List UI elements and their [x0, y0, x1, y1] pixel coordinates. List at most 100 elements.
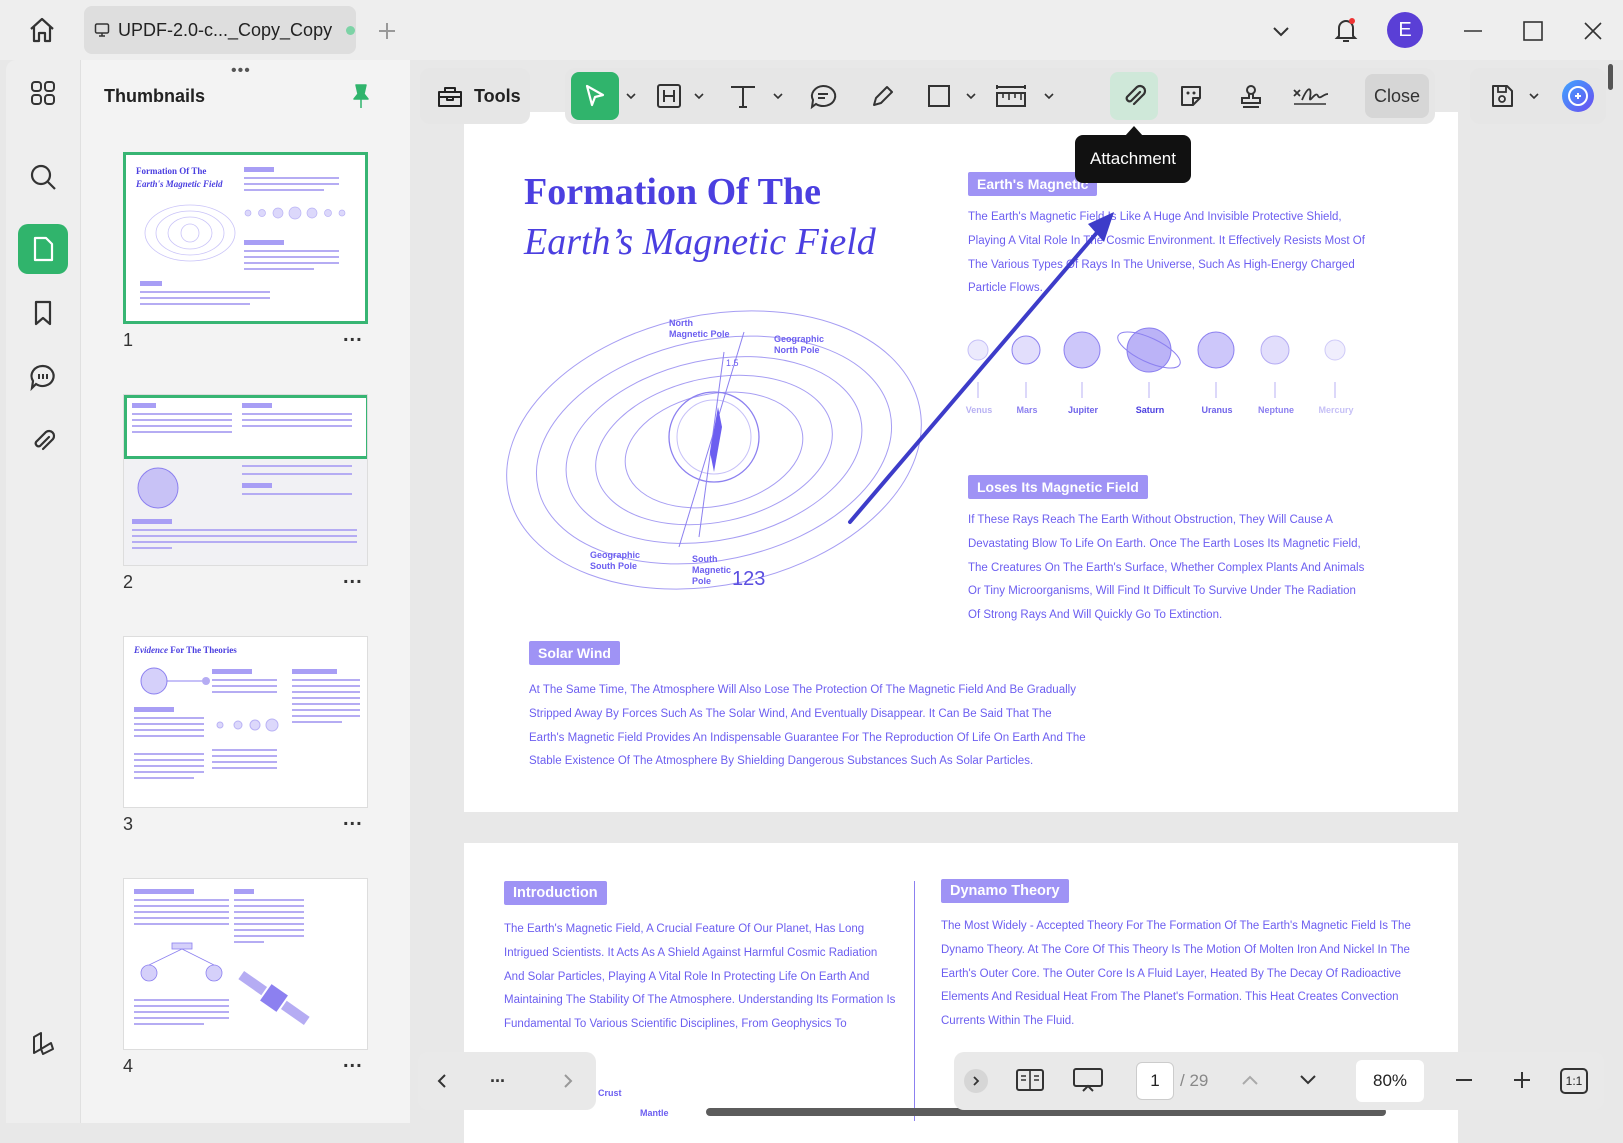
section-text: At The Same Time, The Atmosphere Will Al…: [529, 684, 1086, 768]
pin-icon[interactable]: [349, 82, 373, 115]
thumb-4-diagram: [140, 942, 223, 982]
apps-grid-icon[interactable]: [18, 68, 68, 118]
select-tool-button[interactable]: [571, 72, 619, 120]
maximize-icon[interactable]: [1518, 16, 1548, 46]
page-title-line2: Earth’s Magnetic Field: [524, 221, 876, 263]
user-avatar[interactable]: E: [1387, 12, 1423, 48]
chevron-up-icon[interactable]: [1232, 1056, 1268, 1104]
planet-label: Mercury: [1318, 405, 1354, 415]
thumbnails-page-icon[interactable]: [18, 224, 68, 274]
thumb-1-planets: [244, 206, 346, 220]
minimize-icon[interactable]: [1458, 16, 1488, 46]
thumbnail-number: 4: [123, 1056, 134, 1076]
thumbnail-number: 3: [123, 814, 134, 834]
actual-size-button[interactable]: 1:1: [1560, 1068, 1588, 1094]
zoom-level[interactable]: 80%: [1356, 1060, 1424, 1102]
chevron-down-icon[interactable]: [1266, 16, 1296, 46]
home-icon[interactable]: [22, 12, 62, 48]
text-tool-icon[interactable]: [723, 72, 763, 120]
section-badge: Dynamo Theory: [941, 879, 1069, 903]
attachment-icon[interactable]: [18, 416, 68, 466]
document-tab[interactable]: UPDF-2.0-c..._Copy_Copy: [84, 6, 356, 54]
document-tab-title: UPDF-2.0-c..._Copy_Copy: [118, 19, 333, 40]
comment-tool-icon[interactable]: [801, 72, 845, 120]
svg-text:South Pole: South Pole: [590, 561, 637, 571]
svg-text:North: North: [669, 318, 693, 328]
save-icon[interactable]: [1480, 72, 1524, 120]
highlight-tool-icon[interactable]: [649, 72, 689, 120]
bookmark-icon[interactable]: [18, 288, 68, 338]
rectangle-tool-icon[interactable]: [917, 72, 961, 120]
search-icon[interactable]: [18, 152, 68, 202]
chevron-down-icon[interactable]: [1290, 1056, 1326, 1104]
zoom-in-icon[interactable]: [1502, 1056, 1542, 1104]
thumb-3-title: Evidence For The Theories: [134, 645, 237, 655]
thumbnails-title: Thumbnails: [104, 86, 206, 106]
notification-bell-icon[interactable]: [1328, 12, 1364, 48]
close-toolbar-button[interactable]: Close: [1365, 74, 1429, 118]
thumbnail-number: 1: [123, 330, 134, 350]
thumbnail-page-1[interactable]: Formation Of The Earth's Magnetic Field: [123, 152, 368, 324]
cursor-icon: [585, 84, 605, 107]
column-divider: [914, 881, 915, 1121]
pencil-tool-icon[interactable]: [861, 72, 905, 120]
section-text: The Earth's Magnetic Field, A Crucial Fe…: [504, 923, 896, 1031]
svg-text:Geographic: Geographic: [774, 334, 824, 344]
current-page-input[interactable]: 1: [1136, 1062, 1174, 1100]
planet-label: Neptune: [1258, 405, 1294, 415]
more-options-button[interactable]: ...: [490, 1066, 505, 1087]
title-bar: UPDF-2.0-c..._Copy_Copy E: [0, 0, 1623, 60]
presentation-icon[interactable]: [1064, 1056, 1112, 1104]
section-text: The Most Widely - Accepted Theory For Th…: [941, 920, 1411, 1028]
chevron-down-icon[interactable]: [768, 72, 788, 120]
close-window-icon[interactable]: [1578, 16, 1608, 46]
annotation-toolbar: Close: [565, 68, 1435, 124]
tools-button[interactable]: Tools: [420, 68, 530, 124]
chevron-down-icon[interactable]: [689, 72, 709, 120]
expand-icon[interactable]: [964, 1069, 988, 1093]
svg-text:Magnetic: Magnetic: [692, 565, 731, 575]
signature-tool-icon[interactable]: [1285, 72, 1335, 120]
attachment-tool-button[interactable]: [1110, 72, 1158, 120]
thumbnails-panel: ••• Thumbnails Formation Of The Earth's M…: [80, 60, 410, 1123]
svg-text:South: South: [692, 554, 718, 564]
total-pages: / 29: [1180, 1071, 1209, 1090]
ai-assistant-icon[interactable]: [1556, 72, 1600, 120]
paperclip-icon: [1125, 84, 1147, 106]
monitor-icon: [94, 22, 110, 38]
next-icon[interactable]: [550, 1057, 586, 1105]
page-layout-icon[interactable]: [1008, 1056, 1052, 1104]
thumbnail-page-2[interactable]: [123, 394, 368, 566]
right-toolbar: [1470, 68, 1606, 124]
vertical-scrollbar[interactable]: [1608, 64, 1613, 90]
thumbnail-page-4[interactable]: [123, 878, 368, 1050]
thumbnail-more-button[interactable]: ...: [343, 808, 363, 831]
annotation-arrow[interactable]: [844, 202, 1144, 532]
sticker-tool-icon[interactable]: [1169, 72, 1213, 120]
svg-text:1.5: 1.5: [726, 358, 739, 368]
chevron-down-icon[interactable]: [621, 72, 641, 120]
attachment-tooltip: Attachment: [1075, 126, 1191, 183]
measure-tool-icon[interactable]: [987, 72, 1035, 120]
chevron-down-icon[interactable]: [961, 72, 981, 120]
thumbnail-more-button[interactable]: ...: [343, 324, 363, 347]
section-badge: Solar Wind: [529, 641, 620, 665]
thumbnail-more-button[interactable]: ...: [343, 1050, 363, 1073]
page-title-line1: Formation Of The: [524, 171, 821, 213]
previous-icon[interactable]: [424, 1057, 460, 1105]
layers-icon[interactable]: [18, 1018, 68, 1068]
panel-resize-handle[interactable]: •••: [231, 62, 251, 80]
svg-text:123: 123: [732, 568, 765, 590]
thumb-4-satellite: [238, 970, 310, 1026]
thumbnail-more-button[interactable]: ...: [343, 566, 363, 589]
comments-icon[interactable]: [18, 352, 68, 402]
thumbnail-page-3[interactable]: Evidence For The Theories: [123, 636, 368, 808]
zoom-out-icon[interactable]: [1444, 1056, 1484, 1104]
chevron-down-icon[interactable]: [1524, 72, 1544, 120]
new-tab-icon[interactable]: [372, 16, 402, 46]
stamp-tool-icon[interactable]: [1229, 72, 1273, 120]
chevron-down-icon[interactable]: [1039, 72, 1059, 120]
svg-text:Magnetic Pole: Magnetic Pole: [669, 329, 730, 339]
thumb-2-earth: [137, 467, 179, 509]
section-badge: Introduction: [504, 881, 607, 905]
